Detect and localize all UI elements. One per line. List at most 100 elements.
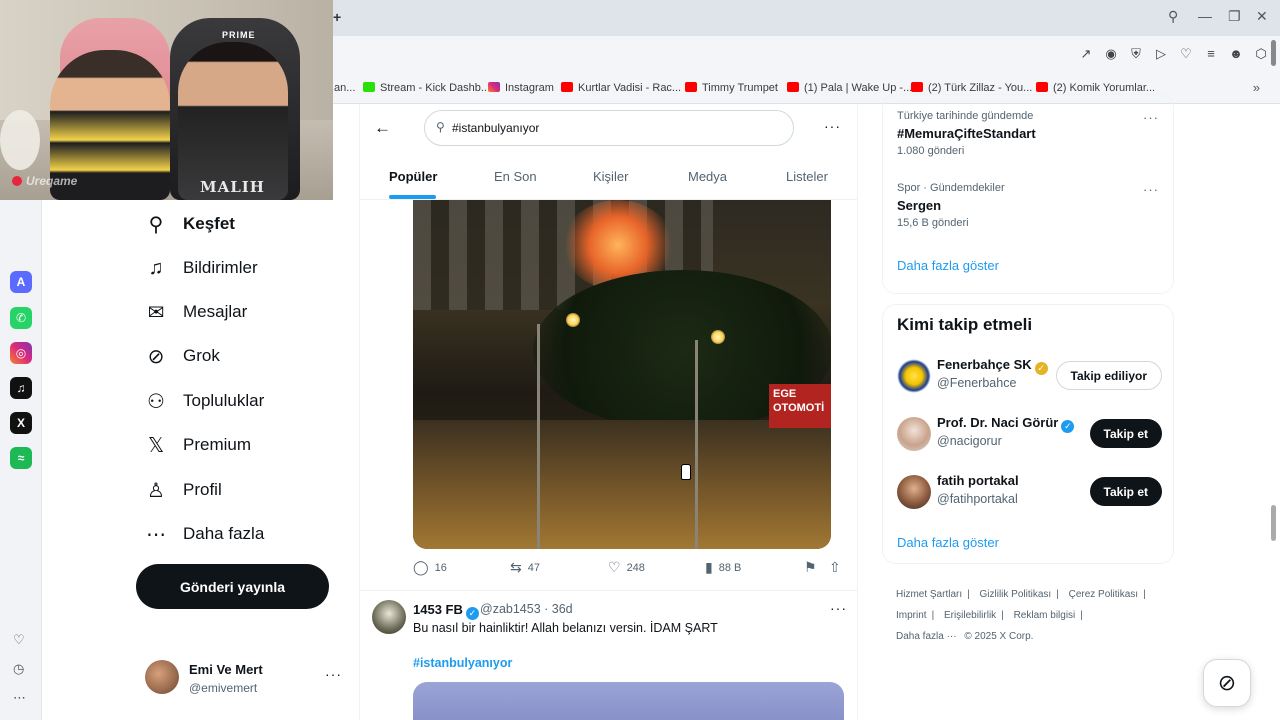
views-button[interactable]: ▮ 88 B <box>705 559 741 576</box>
footer-link[interactable]: Reklam bilgisi <box>1014 610 1076 621</box>
reply-button[interactable]: ◯ 16 <box>413 559 447 576</box>
follow-show-more-link[interactable]: Daha fazla göster <box>897 535 999 550</box>
webcam-overlay: PRIME MALIH Ureqame <box>0 0 333 200</box>
nav-item-messages[interactable]: ✉ Mesajlar <box>145 297 248 327</box>
play-icon[interactable]: ▷ <box>1154 46 1168 62</box>
tweet-media-image[interactable] <box>413 682 844 720</box>
trends-show-more-link[interactable]: Daha fazla göster <box>897 258 999 273</box>
share-icon[interactable]: ↗ <box>1079 46 1093 62</box>
x-app-icon[interactable]: X <box>10 412 32 434</box>
instagram-icon[interactable]: ◎ <box>10 342 32 364</box>
more-circle-icon: ⋯ <box>146 523 166 546</box>
toolbar-scrollbar[interactable] <box>1271 40 1276 66</box>
minimize-button[interactable]: — <box>1198 8 1212 24</box>
app-store-icon[interactable]: A <box>10 271 32 293</box>
tweet-media-image[interactable]: EGE OTOMOTİ <box>413 200 831 549</box>
webcam-lamp <box>0 110 40 170</box>
bookmark-item[interactable]: Timmy Trumpet <box>685 82 778 94</box>
back-arrow-icon[interactable]: ← <box>374 118 391 138</box>
tab-lists[interactable]: Listeler <box>786 169 828 184</box>
footer-link[interactable]: Hizmet Şartları <box>896 589 962 600</box>
bookmark-item[interactable]: Instagram <box>488 82 554 94</box>
browser-search-icon[interactable]: ⚲ <box>1168 8 1178 25</box>
tweet[interactable]: 1453 FB ✓ @zab1453 · 36d ··· Bu nasıl bir… <box>360 594 857 720</box>
shield-icon[interactable]: ⛨ <box>1129 46 1143 62</box>
bookmark-item[interactable]: (2) Türk Zillaz - You... <box>911 82 1032 94</box>
search-input[interactable] <box>452 111 782 145</box>
mail-icon: ✉ <box>147 301 165 324</box>
follow-button[interactable]: Takip et <box>1089 419 1162 448</box>
chair-brand-text: PRIME <box>222 30 256 40</box>
trend-item[interactable]: Türkiye tarihinde gündemde #MemuraÇifteS… <box>897 110 1167 157</box>
trend-item[interactable]: Spor · Gündemdekiler Sergen 15,6 B gönde… <box>897 182 1167 229</box>
camera-icon[interactable]: ◉ <box>1104 46 1118 62</box>
street-pole <box>695 340 698 549</box>
follow-suggestion[interactable]: Prof. Dr. Naci Görür ✓ @nacigorur Takip e… <box>897 415 1162 455</box>
trend-more-icon[interactable]: ··· <box>1143 182 1159 197</box>
follow-suggestion[interactable]: fatih portakal @fatihportakal Takip et <box>897 473 1162 513</box>
footer-link[interactable]: Imprint <box>896 610 927 621</box>
search-options-icon[interactable]: ··· <box>824 118 841 134</box>
footer-link[interactable]: Gizlilik Politikası <box>980 589 1052 600</box>
grok-floating-button[interactable]: ⊘ <box>1203 659 1251 707</box>
close-window-button[interactable]: ✕ <box>1256 8 1268 25</box>
nav-item-grok[interactable]: ⊘ Grok <box>145 341 220 371</box>
dock-more-icon[interactable]: ⋯ <box>13 690 26 706</box>
search-box[interactable]: ⚲ <box>424 110 794 146</box>
follow-suggestion[interactable]: Fenerbahçe SK ✓ @Fenerbahce Takip ediliyo… <box>897 357 1162 397</box>
watermark-dot-icon <box>12 176 22 186</box>
spotify-icon[interactable]: ≈ <box>10 447 32 469</box>
nav-item-communities[interactable]: ⚇ Topluluklar <box>145 386 264 416</box>
repost-button[interactable]: ⇆ 47 <box>510 559 540 576</box>
tab-media[interactable]: Medya <box>688 169 727 184</box>
history-clock-icon[interactable]: ◷ <box>13 661 24 677</box>
avatar[interactable] <box>897 417 931 451</box>
bookmarks-overflow-icon[interactable]: » <box>1253 80 1260 95</box>
youtube-icon <box>911 82 923 92</box>
avatar[interactable] <box>372 600 406 634</box>
bookmark-item[interactable]: (2) Komik Yorumlar... <box>1036 82 1155 94</box>
footer-link[interactable]: Çerez Politikası <box>1069 589 1138 600</box>
bookmark-item[interactable]: (1) Pala | Wake Up -... <box>787 82 912 94</box>
nav-item-profile[interactable]: ♙ Profil <box>145 475 222 505</box>
post-button[interactable]: Gönderi yayınla <box>136 564 329 609</box>
whatsapp-icon[interactable]: ✆ <box>10 307 32 329</box>
restore-button[interactable]: ❐ <box>1228 8 1241 25</box>
follow-button[interactable]: Takip et <box>1089 477 1162 506</box>
footer-more-link[interactable]: Daha fazla ··· <box>896 631 957 642</box>
nav-item-notifications[interactable]: ♫ Bildirimler <box>145 253 258 283</box>
tab-latest[interactable]: En Son <box>494 169 537 184</box>
favorites-heart-icon[interactable]: ♡ <box>13 632 25 648</box>
extension-cube-icon[interactable]: ⬡ <box>1254 46 1268 62</box>
user-icon[interactable]: ☻ <box>1229 46 1243 62</box>
like-button[interactable]: ♡ 248 <box>608 559 645 576</box>
avatar[interactable] <box>897 475 931 509</box>
following-button[interactable]: Takip ediliyor <box>1055 361 1162 390</box>
nav-label: Grok <box>183 346 220 365</box>
account-switcher[interactable]: Emi Ve Mert @emivemert ··· <box>145 660 345 700</box>
bookmark-item[interactable]: Stream - Kick Dashb... <box>363 82 490 94</box>
nav-item-more[interactable]: ⋯ Daha fazla <box>145 519 264 549</box>
tweet-author-name[interactable]: 1453 FB ✓ <box>413 602 479 620</box>
avatar[interactable] <box>897 359 931 393</box>
stream-watermark: Ureqame <box>12 174 77 188</box>
new-tab-button[interactable]: + <box>333 9 341 25</box>
bookmark-item[interactable]: an... <box>334 82 355 94</box>
nav-item-explore[interactable]: ⚲ Keşfet <box>145 209 235 239</box>
tweet-hashtag-link[interactable]: #istanbulyanıyor <box>413 656 512 670</box>
heart-icon[interactable]: ♡ <box>1179 46 1193 62</box>
follow-name: Prof. Dr. Naci Görür ✓ <box>937 415 1075 433</box>
share-button[interactable]: ⇧ <box>829 559 847 576</box>
footer-link[interactable]: Erişilebilirlik <box>944 610 996 621</box>
nav-item-premium[interactable]: 𝕏 Premium <box>145 430 251 460</box>
tweet-more-icon[interactable]: ··· <box>830 600 847 616</box>
list-icon[interactable]: ≡ <box>1204 46 1218 62</box>
bookmark-button[interactable]: ⚑ <box>804 559 823 576</box>
trend-more-icon[interactable]: ··· <box>1143 110 1159 125</box>
bookmark-item[interactable]: Kurtlar Vadisi - Rac... <box>561 82 681 94</box>
tab-popular[interactable]: Popüler <box>389 169 437 184</box>
page-scrollbar[interactable] <box>1271 505 1276 541</box>
account-more-icon[interactable]: ··· <box>325 666 342 682</box>
tab-people[interactable]: Kişiler <box>593 169 628 184</box>
tiktok-icon[interactable]: ♫ <box>10 377 32 399</box>
